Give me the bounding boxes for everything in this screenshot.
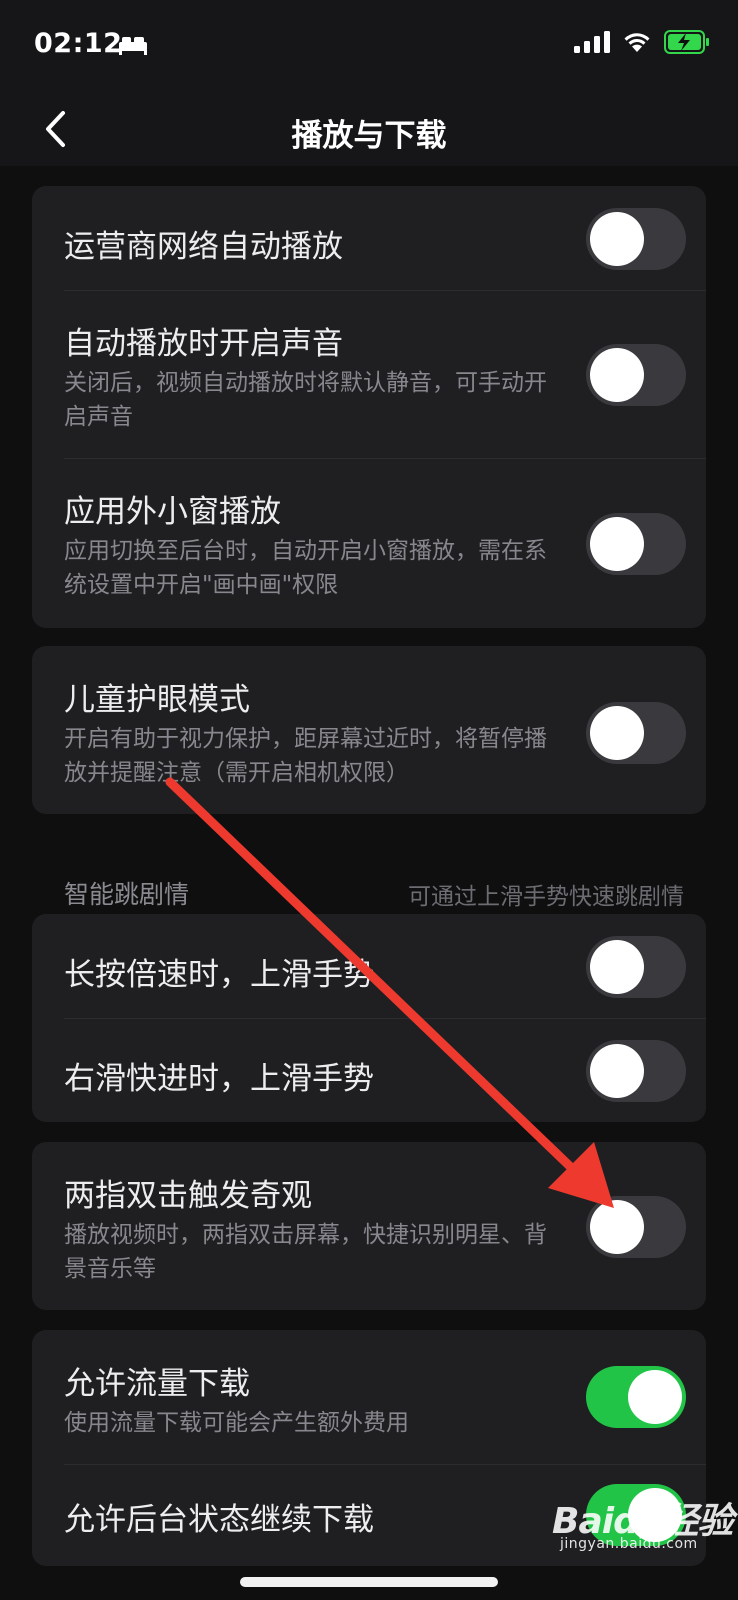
toggle-knob: [590, 517, 644, 571]
setting-title: 运营商网络自动播放: [64, 229, 343, 265]
toggle-knob: [590, 212, 644, 266]
toggle-knob: [590, 940, 644, 994]
setting-row-pip[interactable]: 应用外小窗播放 应用切换至后台时，自动开启小窗播放，需在系统设置中开启"画中画"…: [32, 458, 706, 628]
longpress-swipe-toggle[interactable]: [586, 936, 686, 998]
fastforward-swipe-toggle[interactable]: [586, 1040, 686, 1102]
setting-title: 长按倍速时，上滑手势: [64, 957, 374, 993]
wifi-icon: [624, 33, 650, 52]
setting-title: 允许后台状态继续下载: [64, 1502, 374, 1538]
two-finger-tap-toggle[interactable]: [586, 1196, 686, 1258]
status-bar: 02:12: [0, 0, 738, 92]
settings-card-gestures: 长按倍速时，上滑手势 右滑快进时，上滑手势: [32, 914, 706, 1122]
toggle-knob: [590, 1044, 644, 1098]
setting-description: 应用切换至后台时，自动开启小窗播放，需在系统设置中开启"画中画"权限: [64, 538, 547, 598]
setting-title: 应用外小窗播放: [64, 494, 281, 530]
autoplay-sound-toggle[interactable]: [586, 344, 686, 406]
pip-toggle[interactable]: [586, 513, 686, 575]
toggle-knob: [590, 1200, 644, 1254]
setting-description: 开启有助于视力保护，距屏幕过近时，将暂停播放并提醒注意（需开启相机权限）: [64, 726, 547, 786]
setting-title: 允许流量下载: [64, 1366, 250, 1402]
setting-title: 儿童护眼模式: [64, 682, 250, 718]
setting-description: 关闭后，视频自动播放时将默认静音，可手动开启声音: [64, 370, 547, 430]
battery-charging-icon: [664, 30, 709, 54]
bed-icon: [119, 37, 147, 55]
section-label: 智能跳剧情: [64, 880, 190, 909]
setting-row-child-eye-care[interactable]: 儿童护眼模式 开启有助于视力保护，距屏幕过近时，将暂停播放并提醒注意（需开启相机…: [32, 646, 706, 814]
home-indicator[interactable]: [240, 1577, 498, 1587]
setting-description: 使用流量下载可能会产生额外费用: [64, 1410, 409, 1436]
carrier-autoplay-toggle[interactable]: [586, 208, 686, 270]
signal-icon: [574, 31, 610, 53]
page-title: 播放与下载: [291, 118, 447, 154]
child-eye-care-toggle[interactable]: [586, 702, 686, 764]
setting-title: 右滑快进时，上滑手势: [64, 1061, 374, 1097]
setting-description: 播放视频时，两指双击屏幕，快捷识别明星、背景音乐等: [64, 1222, 547, 1282]
setting-row-two-finger-tap[interactable]: 两指双击触发奇观 播放视频时，两指双击屏幕，快捷识别明星、背景音乐等: [32, 1142, 706, 1310]
setting-title: 两指双击触发奇观: [64, 1178, 312, 1214]
cellular-download-toggle[interactable]: [586, 1366, 686, 1428]
watermark-url: jingyan.baidu.com: [560, 1536, 698, 1552]
nav-bar: 播放与下载: [0, 92, 738, 166]
status-time: 02:12: [34, 28, 123, 59]
settings-card-eye-care: 儿童护眼模式 开启有助于视力保护，距屏幕过近时，将暂停播放并提醒注意（需开启相机…: [32, 646, 706, 814]
toggle-knob: [590, 348, 644, 402]
setting-row-carrier-autoplay[interactable]: 运营商网络自动播放: [32, 186, 706, 290]
settings-card-two-finger: 两指双击触发奇观 播放视频时，两指双击屏幕，快捷识别明星、背景音乐等: [32, 1142, 706, 1310]
baidu-watermark: Baidu经验 jingyan.baidu.com: [552, 1492, 733, 1552]
setting-row-fastforward-swipe[interactable]: 右滑快进时，上滑手势: [32, 1018, 706, 1122]
setting-row-longpress-swipe[interactable]: 长按倍速时，上滑手势: [32, 914, 706, 1018]
toggle-knob: [590, 706, 644, 760]
toggle-knob: [628, 1370, 682, 1424]
settings-card-playback: 运营商网络自动播放 自动播放时开启声音 关闭后，视频自动播放时将默认静音，可手动…: [32, 186, 706, 628]
setting-row-autoplay-sound[interactable]: 自动播放时开启声音 关闭后，视频自动播放时将默认静音，可手动开启声音: [32, 290, 706, 458]
setting-row-cellular-download[interactable]: 允许流量下载 使用流量下载可能会产生额外费用: [32, 1330, 706, 1464]
section-hint: 可通过上滑手势快速跳剧情: [408, 884, 684, 910]
setting-title: 自动播放时开启声音: [64, 326, 343, 362]
